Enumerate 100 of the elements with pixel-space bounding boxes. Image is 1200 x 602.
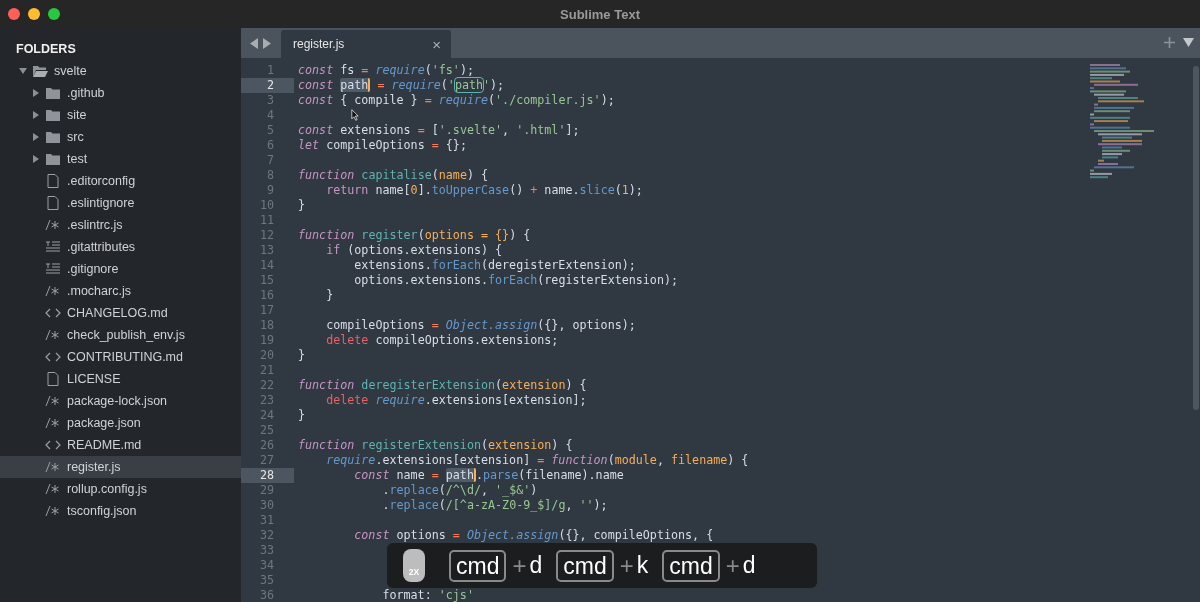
line-number: 22 xyxy=(258,378,275,393)
comment-icon xyxy=(45,394,61,408)
plus-icon[interactable] xyxy=(1164,37,1175,48)
code-line: const fs = require('fs'); xyxy=(297,63,474,78)
comment-icon xyxy=(45,328,61,342)
file-name: .github xyxy=(67,86,105,100)
file-name: svelte xyxy=(54,64,87,78)
dropdown-icon[interactable] xyxy=(1183,37,1194,48)
sidebar-item[interactable]: package.json xyxy=(0,412,241,434)
code-line: function register(options = {}) { xyxy=(297,228,531,243)
angle-brackets-icon xyxy=(45,438,61,452)
angle-brackets-icon xyxy=(45,306,61,320)
sidebar-item[interactable]: register.js xyxy=(0,456,241,478)
close-tab-button[interactable]: × xyxy=(432,35,441,53)
code-line: let compileOptions = {}; xyxy=(297,138,467,153)
sidebar-item[interactable]: package-lock.json xyxy=(0,390,241,412)
code-line: extensions.forEach(deregisterExtension); xyxy=(353,258,636,273)
line-number: 36 xyxy=(258,588,275,602)
code-line: function registerExtension(extension) { xyxy=(297,438,573,453)
forward-icon[interactable] xyxy=(262,38,271,49)
back-icon[interactable] xyxy=(250,38,259,49)
line-number: 17 xyxy=(258,303,275,318)
disclosure-arrow-icon[interactable] xyxy=(19,67,27,75)
file-name: package.json xyxy=(67,416,141,430)
line-number: 32 xyxy=(258,528,275,543)
scrollbar[interactable] xyxy=(1193,66,1199,410)
line-number: 10 xyxy=(258,198,275,213)
plus-sign: + xyxy=(619,551,634,580)
sidebar-item[interactable]: src xyxy=(0,126,241,148)
code-line: } xyxy=(297,408,306,423)
file-name: .editorconfig xyxy=(67,174,136,188)
disclosure-arrow-icon[interactable] xyxy=(32,133,40,141)
minimize-window-button[interactable] xyxy=(28,8,40,20)
folder-icon xyxy=(45,86,61,100)
line-number: 1 xyxy=(265,63,275,78)
file-name: .mocharc.js xyxy=(67,284,131,298)
disclosure-arrow-icon[interactable] xyxy=(32,155,40,163)
sidebar-item[interactable]: .mocharc.js xyxy=(0,280,241,302)
sidebar-item[interactable]: CHANGELOG.md xyxy=(0,302,241,324)
key-label: d xyxy=(529,552,543,579)
line-number: 13 xyxy=(258,243,275,258)
file-name: .eslintrc.js xyxy=(67,218,123,232)
line-number: 29 xyxy=(258,483,275,498)
sidebar-item[interactable]: .eslintignore xyxy=(0,192,241,214)
line-number: 27 xyxy=(258,453,275,468)
file-name: .gitattributes xyxy=(67,240,136,254)
file-name: package-lock.json xyxy=(67,394,168,408)
line-number: 14 xyxy=(258,258,275,273)
sidebar-item[interactable]: .eslintrc.js xyxy=(0,214,241,236)
line-number: 19 xyxy=(258,333,275,348)
modifier-key: cmd xyxy=(449,549,507,582)
line-number: 26 xyxy=(258,438,275,453)
folder-icon xyxy=(45,152,61,166)
disclosure-arrow-icon[interactable] xyxy=(32,89,40,97)
line-number: 8 xyxy=(265,168,275,183)
file-name: CONTRIBUTING.md xyxy=(67,350,183,364)
file-name: src xyxy=(67,130,84,144)
code-line: const { compile } = require('./compiler.js'); xyxy=(297,93,615,108)
line-number: 30 xyxy=(258,498,275,513)
line-number: 33 xyxy=(258,543,275,558)
sidebar-item[interactable]: .gitignore xyxy=(0,258,241,280)
sidebar-item[interactable]: test xyxy=(0,148,241,170)
code-line: .replace(/[^a-zA-Z0-9_$]/g, ''); xyxy=(381,498,608,513)
sidebar-item[interactable]: tsconfig.json xyxy=(0,500,241,522)
code-line: if (options.extensions) { xyxy=(325,243,503,258)
sidebar-item[interactable]: svelte xyxy=(0,60,241,82)
sidebar-item[interactable]: .editorconfig xyxy=(0,170,241,192)
file-tab[interactable]: register.js × xyxy=(281,30,451,58)
file-icon xyxy=(45,196,61,210)
comment-icon xyxy=(45,482,61,496)
key-label: d xyxy=(742,552,756,579)
code-line: delete require.extensions[extension]; xyxy=(325,393,587,408)
disclosure-arrow-icon[interactable] xyxy=(32,111,40,119)
sidebar-item[interactable]: .gitattributes xyxy=(0,236,241,258)
close-window-button[interactable] xyxy=(8,8,20,20)
sidebar-item[interactable]: .github xyxy=(0,82,241,104)
line-number: 31 xyxy=(258,513,275,528)
code-line: const name = path .parse(filename).name xyxy=(353,468,624,483)
file-name: register.js xyxy=(67,460,121,474)
sidebar-item[interactable]: README.md xyxy=(0,434,241,456)
comment-icon xyxy=(45,218,61,232)
speed-label: 2X xyxy=(408,567,420,577)
window-title: Sublime Text xyxy=(560,6,640,22)
sidebar-item[interactable]: check_publish_env.js xyxy=(0,324,241,346)
line-number: 25 xyxy=(258,423,275,438)
file-name: CHANGELOG.md xyxy=(67,306,168,320)
comment-icon xyxy=(45,504,61,518)
sidebar-item[interactable]: CONTRIBUTING.md xyxy=(0,346,241,368)
line-number: 6 xyxy=(265,138,275,153)
line-number: 35 xyxy=(258,573,275,588)
line-number: 3 xyxy=(265,93,275,108)
line-number: 34 xyxy=(258,558,275,573)
file-name: test xyxy=(67,152,88,166)
sidebar-item[interactable]: LICENSE xyxy=(0,368,241,390)
zoom-window-button[interactable] xyxy=(48,8,60,20)
line-number: 4 xyxy=(265,108,275,123)
line-number: 20 xyxy=(258,348,275,363)
sidebar-item[interactable]: site xyxy=(0,104,241,126)
sidebar-item[interactable]: rollup.config.js xyxy=(0,478,241,500)
code-line: const path = require('path'); xyxy=(297,78,505,93)
